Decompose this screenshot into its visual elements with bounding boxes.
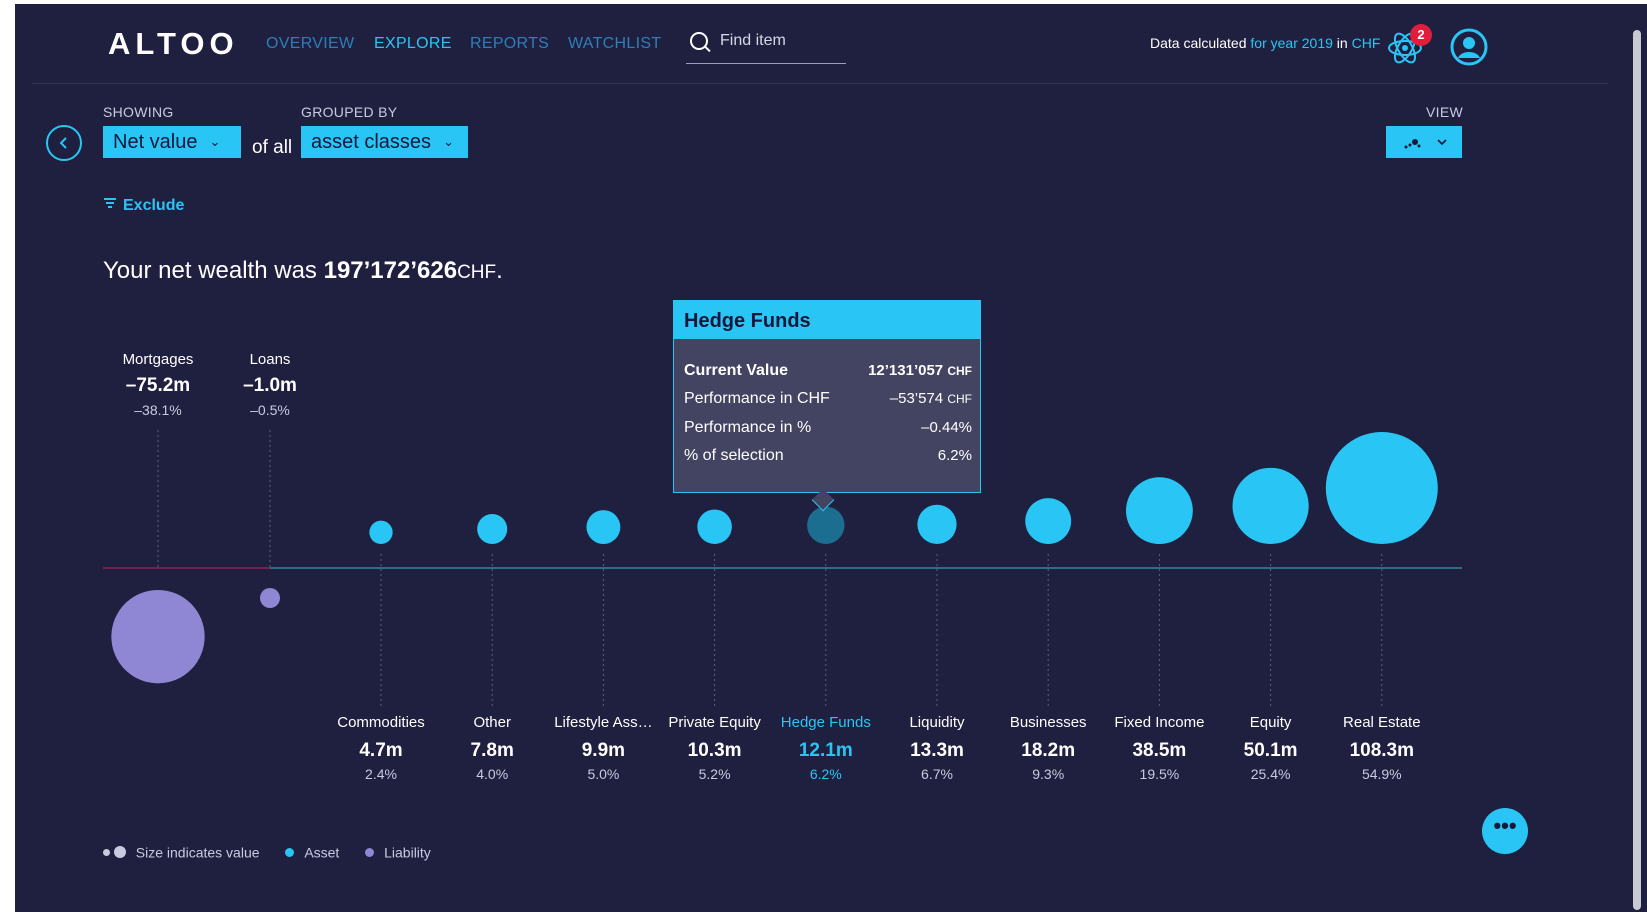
asset-pct-businesses: 9.3%: [1032, 766, 1064, 782]
asset-bubble-equity[interactable]: [1232, 467, 1309, 544]
tooltip-currency: CHF: [947, 364, 972, 378]
asset-pct-equity: 25.4%: [1251, 766, 1291, 782]
asset-pct-commodities: 2.4%: [365, 766, 397, 782]
asset-name-lifestyle-ass: Lifestyle Ass…: [554, 714, 652, 731]
liability-value-loans: –1.0m: [243, 375, 297, 396]
asset-name-fixed-income: Fixed Income: [1114, 714, 1204, 731]
tooltip-title: Hedge Funds: [674, 301, 980, 339]
asset-bubble-lifestyle-ass[interactable]: [586, 510, 621, 544]
asset-bubble-hedge-funds[interactable]: [807, 506, 845, 544]
liability-pct-loans: –0.5%: [250, 402, 290, 418]
asset-bubble-private-equity[interactable]: [697, 509, 732, 544]
tooltip-key: Performance in %: [684, 419, 812, 436]
tooltip-key: Current Value: [684, 362, 789, 379]
tooltip-row-current-value: Current Value 12’131’057 CHF: [684, 362, 972, 384]
asset-pct-real-estate: 54.9%: [1362, 766, 1402, 782]
tooltip-value: 6.2%: [937, 447, 972, 464]
asset-pct-liquidity: 6.7%: [921, 766, 953, 782]
asset-value-fixed-income: 38.5m: [1132, 740, 1186, 761]
asset-dot-icon: [285, 847, 295, 857]
asset-name-equity: Equity: [1250, 714, 1292, 731]
asset-pct-other: 4.0%: [476, 766, 508, 782]
asset-value-equity: 50.1m: [1244, 740, 1298, 761]
asset-value-private-equity: 10.3m: [688, 740, 742, 761]
size-small-dot-icon: [103, 848, 110, 856]
more-options-button[interactable]: •••: [1482, 808, 1528, 854]
liability-name-loans: Loans: [250, 351, 291, 368]
tooltip-row-performance-chf: Performance in CHF –53’574 CHF: [684, 390, 972, 412]
asset-name-private-equity: Private Equity: [668, 714, 761, 731]
asset-pct-hedge-funds: 6.2%: [810, 766, 842, 782]
hedge-funds-tooltip: Hedge Funds Current Value 12’131’057 CHF…: [673, 300, 981, 493]
asset-value-other: 7.8m: [471, 740, 514, 761]
asset-pct-lifestyle-ass: 5.0%: [587, 766, 619, 782]
tooltip-currency: CHF: [947, 392, 972, 406]
asset-name-real-estate: Real Estate: [1343, 714, 1421, 731]
asset-name-other: Other: [473, 714, 511, 731]
ellipsis-icon: •••: [1493, 813, 1517, 838]
asset-value-liquidity: 13.3m: [910, 740, 964, 761]
asset-pct-private-equity: 5.2%: [699, 766, 731, 782]
asset-name-businesses: Businesses: [1010, 714, 1087, 731]
asset-value-lifestyle-ass: 9.9m: [582, 740, 625, 761]
liability-bubble-loans[interactable]: [260, 588, 280, 608]
tooltip-row-performance-pct: Performance in % –0.44%: [684, 419, 972, 441]
tooltip-value: –0.44%: [921, 419, 972, 436]
legend-size-label: Size indicates value: [135, 844, 260, 861]
tooltip-value: 12’131’057: [868, 362, 944, 379]
chart-legend: Size indicates value Asset Liability: [103, 843, 431, 860]
asset-value-businesses: 18.2m: [1021, 740, 1075, 761]
liability-dot-icon: [365, 847, 375, 857]
asset-value-commodities: 4.7m: [359, 740, 402, 761]
asset-name-liquidity: Liquidity: [909, 714, 965, 731]
liability-pct-mortgages: –38.1%: [134, 402, 181, 418]
asset-bubble-businesses[interactable]: [1025, 498, 1072, 544]
asset-pct-fixed-income: 19.5%: [1140, 766, 1180, 782]
legend-liability-label: Liability: [384, 844, 431, 861]
size-large-dot-icon: [113, 846, 126, 859]
liability-bubble-mortgages[interactable]: [111, 590, 205, 684]
tooltip-key: % of selection: [684, 447, 784, 464]
liability-name-mortgages: Mortgages: [123, 351, 194, 368]
asset-value-hedge-funds: 12.1m: [799, 740, 853, 761]
tooltip-row-selection-pct: % of selection 6.2%: [684, 447, 972, 469]
liability-value-mortgages: –75.2m: [126, 375, 190, 396]
asset-bubble-real-estate[interactable]: [1325, 432, 1438, 544]
asset-name-hedge-funds: Hedge Funds: [781, 714, 871, 731]
tooltip-value: –53’574: [889, 390, 944, 407]
asset-bubble-fixed-income[interactable]: [1126, 477, 1193, 544]
asset-bubble-other[interactable]: [477, 513, 508, 544]
tooltip-key: Performance in CHF: [684, 390, 830, 407]
legend-asset-label: Asset: [304, 844, 340, 861]
asset-bubble-liquidity[interactable]: [917, 504, 957, 544]
asset-bubble-commodities[interactable]: [369, 520, 393, 544]
asset-name-commodities: Commodities: [337, 714, 425, 731]
asset-value-real-estate: 108.3m: [1350, 740, 1414, 761]
